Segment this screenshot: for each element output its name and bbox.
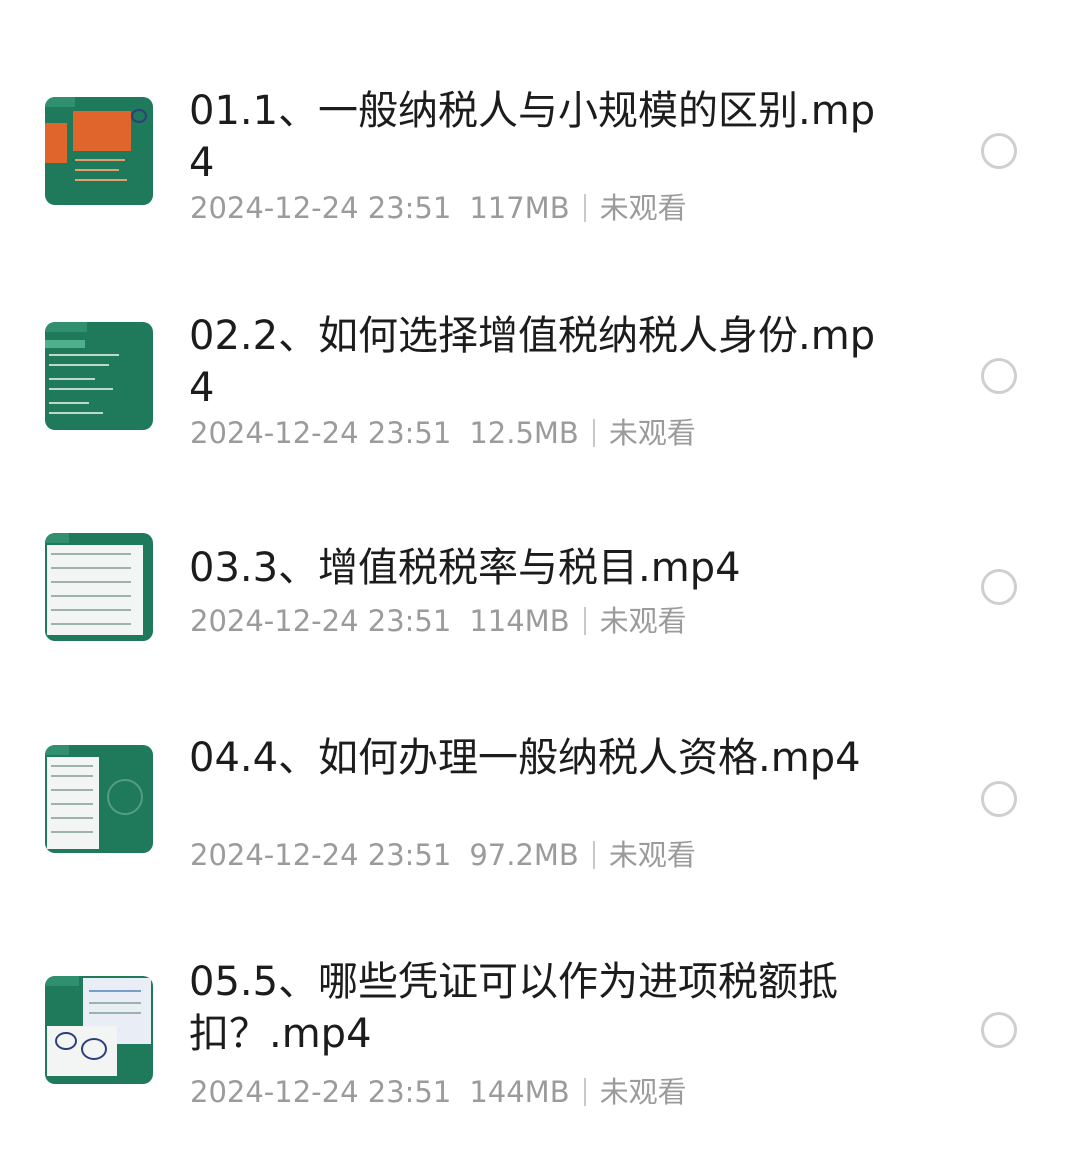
list-item[interactable]: 01.1、一般纳税人与小规模的区别.mp4 2024-12-24 23:51 11… [0, 0, 1080, 262]
video-thumbnail [45, 976, 153, 1084]
video-meta: 2024-12-24 23:51 117MB 未观看 [190, 190, 687, 226]
watch-status: 未观看 [608, 838, 696, 872]
video-size: 117MB [469, 191, 570, 225]
video-thumbnail [45, 533, 153, 641]
meta-divider [583, 607, 586, 635]
list-item[interactable]: 03.3、增值税税率与税目.mp4 2024-12-24 23:51 114MB 未… [0, 474, 1080, 686]
meta-divider [592, 841, 595, 869]
video-thumbnail [45, 97, 153, 205]
select-radio-icon[interactable] [981, 781, 1017, 817]
video-title[interactable]: 04.4、如何办理一般纳税人资格.mp4 [189, 732, 879, 784]
meta-divider [583, 194, 586, 222]
watch-status: 未观看 [608, 416, 696, 450]
select-radio-icon[interactable] [981, 358, 1017, 394]
video-meta: 2024-12-24 23:51 144MB 未观看 [190, 1074, 687, 1110]
video-size: 114MB [469, 604, 570, 638]
video-date: 2024-12-24 23:51 [190, 1075, 452, 1109]
select-radio-icon[interactable] [981, 1012, 1017, 1048]
video-title[interactable]: 03.3、增值税税率与税目.mp4 [189, 542, 879, 594]
video-date: 2024-12-24 23:51 [190, 191, 452, 225]
video-size: 97.2MB [469, 838, 579, 872]
video-title[interactable]: 01.1、一般纳税人与小规模的区别.mp4 [189, 85, 879, 189]
video-date: 2024-12-24 23:51 [190, 838, 452, 872]
list-item[interactable]: 02.2、如何选择增值税纳税人身份.mp4 2024-12-24 23:51 12… [0, 262, 1080, 474]
select-radio-icon[interactable] [981, 133, 1017, 169]
watch-status: 未观看 [599, 1075, 687, 1109]
meta-divider [583, 1078, 586, 1106]
video-date: 2024-12-24 23:51 [190, 604, 452, 638]
select-radio-icon[interactable] [981, 569, 1017, 605]
video-date: 2024-12-24 23:51 [190, 416, 452, 450]
video-size: 144MB [469, 1075, 570, 1109]
list-item[interactable]: 04.4、如何办理一般纳税人资格.mp4 2024-12-24 23:51 97.… [0, 686, 1080, 922]
video-meta: 2024-12-24 23:51 97.2MB 未观看 [190, 837, 696, 873]
video-size: 12.5MB [469, 416, 579, 450]
meta-divider [592, 419, 595, 447]
video-title[interactable]: 05.5、哪些凭证可以作为进项税额抵扣？.mp4 [189, 956, 879, 1060]
video-title[interactable]: 02.2、如何选择增值税纳税人身份.mp4 [189, 310, 879, 414]
video-thumbnail [45, 745, 153, 853]
video-meta: 2024-12-24 23:51 114MB 未观看 [190, 603, 687, 639]
video-thumbnail [45, 322, 153, 430]
watch-status: 未观看 [599, 191, 687, 225]
video-list: 01.1、一般纳税人与小规模的区别.mp4 2024-12-24 23:51 11… [0, 0, 1080, 1166]
list-item[interactable]: 05.5、哪些凭证可以作为进项税额抵扣？.mp4 2024-12-24 23:5… [0, 922, 1080, 1166]
video-meta: 2024-12-24 23:51 12.5MB 未观看 [190, 415, 696, 451]
watch-status: 未观看 [599, 604, 687, 638]
